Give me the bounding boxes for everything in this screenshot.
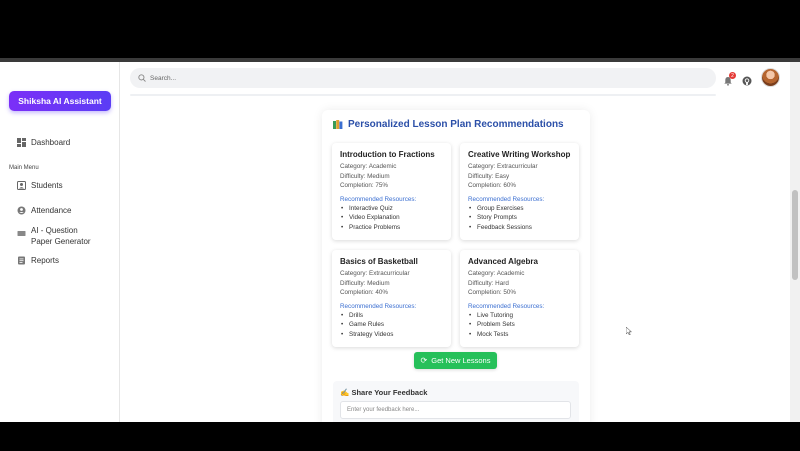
lesson-category: Category: Extracurricular	[340, 270, 410, 277]
list-item: Practice Problems	[340, 223, 443, 233]
lesson-completion: Completion: 50%	[468, 289, 516, 296]
lesson-difficulty: Difficulty: Medium	[340, 172, 390, 180]
sidebar-item-label: Dashboard	[31, 138, 71, 147]
resources-label: Recommended Resources:	[340, 302, 417, 310]
lesson-plan-panel: Personalized Lesson Plan Recommendations…	[322, 110, 590, 422]
list-item: Live Tutoring	[468, 311, 571, 321]
app-screen: Shiksha AI Assistant Dashboard Main Menu…	[0, 62, 800, 422]
sidebar-item-label: Reports	[31, 256, 60, 265]
report-icon	[17, 256, 26, 265]
mouse-cursor-icon	[625, 322, 633, 336]
feedback-section: ✍ Share Your Feedback Enter your feedbac…	[333, 381, 579, 422]
resource-list: Live Tutoring Problem Sets Mock Tests	[468, 311, 571, 340]
lesson-title: Introduction to Fractions	[340, 150, 435, 159]
lesson-card[interactable]: Creative Writing Workshop Category: Extr…	[460, 143, 579, 240]
notification-badge: 2	[729, 72, 736, 79]
lesson-title: Creative Writing Workshop	[468, 150, 571, 159]
github-icon[interactable]	[742, 73, 754, 86]
search-bar[interactable]: Search...	[130, 68, 716, 88]
list-item: Feedback Sessions	[468, 223, 571, 233]
scrollbar-thumb[interactable]	[792, 190, 798, 280]
list-item: Game Rules	[340, 320, 443, 330]
list-item: Mock Tests	[468, 330, 571, 340]
lesson-completion: Completion: 75%	[340, 182, 388, 189]
lesson-difficulty: Difficulty: Medium	[340, 279, 390, 287]
list-item: Interactive Quiz	[340, 204, 443, 214]
sidebar-item-reports[interactable]: Reports	[17, 256, 59, 265]
list-item: Group Exercises	[468, 204, 571, 214]
lesson-category: Category: Academic	[340, 163, 397, 170]
list-item: Drills	[340, 311, 443, 321]
brand-button[interactable]: Shiksha AI Assistant	[9, 91, 111, 111]
list-item: Problem Sets	[468, 320, 571, 330]
avatar[interactable]	[761, 68, 780, 87]
sidebar-item-attendance[interactable]: Attendance	[17, 206, 71, 215]
lesson-completion: Completion: 40%	[340, 289, 388, 296]
feedback-input[interactable]: Enter your feedback here...	[340, 401, 571, 419]
student-icon	[17, 181, 26, 190]
writing-hand-icon: ✍	[340, 388, 350, 397]
dashboard-icon	[17, 138, 26, 147]
resource-list: Drills Game Rules Strategy Videos	[340, 311, 443, 340]
lesson-difficulty: Difficulty: Easy	[468, 172, 510, 180]
sidebar-item-question-paper[interactable]: AI - Question Paper Generator	[17, 225, 101, 247]
feedback-title-text: Share Your Feedback	[351, 388, 428, 397]
refresh-icon: ⟳	[420, 356, 428, 365]
lesson-title: Basics of Basketball	[340, 257, 418, 266]
sidebar-item-label: Students	[31, 181, 63, 190]
resource-list: Group Exercises Story Prompts Feedback S…	[468, 204, 571, 233]
search-input[interactable]: Search...	[150, 75, 176, 82]
resources-label: Recommended Resources:	[468, 302, 545, 310]
sidebar-item-label: AI - Question Paper Generator	[31, 226, 91, 246]
resource-list: Interactive Quiz Video Explanation Pract…	[340, 204, 443, 233]
page-title: Personalized Lesson Plan Recommendations	[333, 119, 564, 130]
sidebar-item-students[interactable]: Students	[17, 181, 63, 190]
sidebar-item-label: Attendance	[31, 206, 72, 215]
lesson-card[interactable]: Basics of Basketball Category: Extracurr…	[332, 250, 451, 347]
lesson-title: Advanced Algebra	[468, 257, 538, 266]
lesson-completion: Completion: 60%	[468, 182, 516, 189]
get-new-lessons-button[interactable]: ⟳ Get New Lessons	[414, 352, 497, 369]
attendance-icon	[17, 206, 26, 215]
sidebar: Shiksha AI Assistant Dashboard Main Menu…	[0, 62, 120, 422]
lesson-category: Category: Extracurricular	[468, 163, 538, 170]
resources-label: Recommended Resources:	[340, 195, 417, 203]
feedback-title: ✍ Share Your Feedback	[340, 388, 427, 397]
sidebar-item-dashboard[interactable]: Dashboard	[17, 138, 70, 147]
list-item: Strategy Videos	[340, 330, 443, 340]
lesson-category: Category: Academic	[468, 270, 525, 277]
books-icon	[333, 120, 343, 129]
lesson-card[interactable]: Introduction to Fractions Category: Acad…	[332, 143, 451, 240]
panel-title-text: Personalized Lesson Plan Recommendations	[348, 119, 564, 130]
header-divider	[130, 94, 716, 96]
resources-label: Recommended Resources:	[468, 195, 545, 203]
lesson-card[interactable]: Advanced Algebra Category: Academic Diff…	[460, 250, 579, 347]
button-label: Get New Lessons	[431, 356, 491, 365]
list-item: Video Explanation	[340, 213, 443, 223]
list-item: Story Prompts	[468, 213, 571, 223]
document-icon	[17, 229, 26, 238]
main-menu-heading: Main Menu	[9, 165, 39, 171]
lesson-difficulty: Difficulty: Hard	[468, 279, 509, 287]
search-icon	[138, 69, 146, 87]
